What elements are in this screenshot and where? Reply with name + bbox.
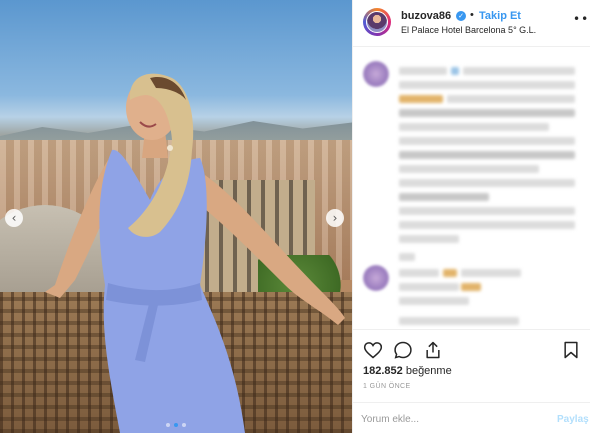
post-timestamp: 1 GÜN ÖNCE (363, 383, 411, 390)
blurred-text (399, 81, 575, 89)
blurred-text (451, 67, 459, 75)
carousel-dot (182, 423, 186, 427)
post-comment-button[interactable]: Paylaş (557, 414, 589, 425)
blurred-text (399, 123, 549, 131)
blurred-text (461, 269, 521, 277)
blurred-text (399, 165, 539, 173)
location-link[interactable]: El Palace Hotel Barcelona 5° G.L. (401, 25, 536, 35)
share-icon[interactable] (423, 340, 443, 360)
more-options-icon[interactable]: ••• (573, 12, 590, 26)
comment-bar: Paylaş (353, 402, 590, 435)
blurred-text (399, 95, 443, 103)
caption-avatar[interactable] (363, 61, 389, 87)
likes-label: beğenme (405, 365, 452, 377)
likes-number: 182.852 (363, 365, 403, 377)
likes-count[interactable]: 182.852 beğenme (363, 365, 452, 377)
post-sidebar: buzova86 ✓ • Takip Et El Palace Hotel Ba… (352, 0, 590, 433)
blurred-text (399, 193, 489, 201)
blurred-text (399, 221, 575, 229)
carousel-dot-active (174, 423, 178, 427)
blurred-text (447, 95, 575, 103)
post-header: buzova86 ✓ • Takip Et El Palace Hotel Ba… (353, 0, 590, 47)
separator-dot: • (470, 9, 474, 21)
carousel-next-button[interactable]: › (326, 209, 344, 227)
carousel-prev-button[interactable]: ‹ (5, 209, 23, 227)
post-actions: 182.852 beğenme 1 GÜN ÖNCE Paylaş (353, 329, 590, 434)
blurred-text (399, 297, 469, 305)
blurred-text (399, 283, 459, 291)
heart-icon[interactable] (363, 340, 383, 360)
follow-button[interactable]: Takip Et (479, 10, 521, 22)
blurred-text (399, 67, 447, 75)
comment-avatar[interactable] (363, 265, 389, 291)
instagram-post: ‹ › buzova86 ✓ • Takip Et El Palace Hote… (0, 0, 590, 433)
blurred-text (463, 67, 575, 75)
blurred-text (399, 253, 415, 261)
blurred-text (461, 283, 481, 291)
blurred-text (399, 109, 575, 117)
blurred-text (399, 179, 575, 187)
comment-input[interactable] (361, 410, 541, 428)
carousel-dots (0, 423, 352, 427)
comments-section (353, 47, 590, 328)
verified-badge-icon: ✓ (456, 11, 466, 21)
photo-woman (45, 73, 345, 433)
blurred-text (399, 235, 459, 243)
blurred-text (399, 317, 519, 325)
post-photo[interactable]: ‹ › (0, 0, 352, 433)
blurred-text (443, 269, 457, 277)
blurred-text (399, 269, 439, 277)
username-link[interactable]: buzova86 (401, 10, 451, 22)
blurred-text (399, 207, 575, 215)
carousel-dot (166, 423, 170, 427)
blurred-text (399, 151, 575, 159)
comment-icon[interactable] (393, 340, 413, 360)
bookmark-icon[interactable] (561, 340, 581, 360)
avatar[interactable] (363, 8, 391, 36)
blurred-text (399, 137, 575, 145)
